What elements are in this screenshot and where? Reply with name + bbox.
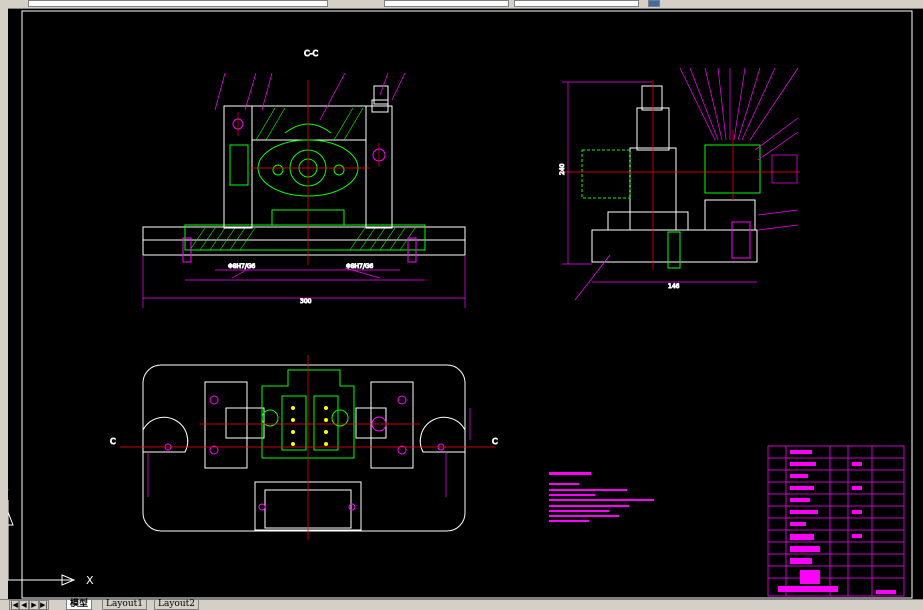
plan-base [142,364,466,532]
dim-h7g6-right: Φ8H7/G6 [346,263,374,270]
ucs-icon: X Y [2,489,94,587]
section-label: C-C [304,49,318,58]
layer-dropdown[interactable] [28,0,328,7]
dim-h7g6-left: Φ8H7/G6 [228,263,256,270]
front-dimensions [142,72,466,308]
drawing-frame [21,10,913,599]
title-block [767,445,905,597]
view-label-right: C [492,437,498,446]
cad-drawing: C-C 300 Φ8H7/G6 Φ8H7/G6 240 146 C C X [2,10,913,599]
base-hatch-outline [184,224,426,251]
base-hatch [189,227,416,251]
properties-icon[interactable] [648,0,660,7]
dim-overall-width: 300 [300,298,312,305]
ucs-y-label: Y [8,489,9,499]
technical-notes [549,472,654,522]
model-space-canvas[interactable]: C-C 300 Φ8H7/G6 Φ8H7/G6 240 146 C C X [2,9,923,600]
right-support [370,381,414,469]
dim-side-base: 146 [668,283,680,290]
front-section-view: C-C 300 Φ8H7/G6 Φ8H7/G6 [142,49,466,308]
dim-side-height: 240 [559,163,566,175]
ucs-x-label: X [86,574,94,587]
layout-tab-bar: |◀ ◀ ▶ ▶| 模型 Layout1 Layout2 [0,599,923,610]
color-dropdown[interactable] [514,0,639,7]
top-view: C C [110,355,499,540]
top-toolbar [0,0,923,9]
linetype-dropdown[interactable] [384,0,509,7]
view-label-left: C [110,437,116,446]
side-view: 240 146 [559,67,800,301]
